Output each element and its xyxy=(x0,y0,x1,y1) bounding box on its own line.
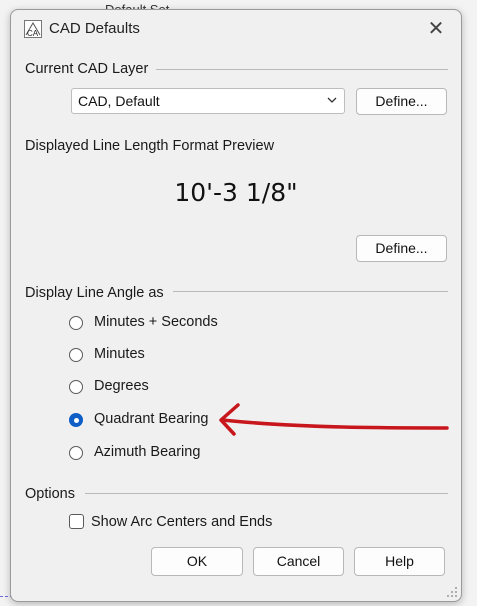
dialog-title: CAD Defaults xyxy=(49,20,140,37)
show-arc-centers-label: Show Arc Centers and Ends xyxy=(91,514,273,530)
angle-heading: Display Line Angle as xyxy=(25,285,164,301)
radio-button[interactable] xyxy=(69,316,83,330)
layer-select-value: CAD, Default xyxy=(78,93,160,109)
cancel-button[interactable]: Cancel xyxy=(253,547,344,576)
resize-grip-icon[interactable] xyxy=(446,586,458,598)
cad-defaults-dialog: CA CAD Defaults ✕ Current CAD Layer CAD,… xyxy=(10,9,462,602)
divider xyxy=(85,493,448,494)
radio-label: Azimuth Bearing xyxy=(94,444,201,460)
chief-architect-app-icon: CA xyxy=(24,20,42,38)
svg-text:CA: CA xyxy=(27,29,39,38)
radio-button[interactable] xyxy=(69,380,83,394)
radio-label: Quadrant Bearing xyxy=(94,411,209,427)
radio-button-selected[interactable] xyxy=(69,413,83,427)
line-length-heading: Displayed Line Length Format Preview xyxy=(25,138,275,154)
radio-button[interactable] xyxy=(69,348,83,362)
options-heading: Options xyxy=(25,486,75,502)
define-layer-button[interactable]: Define... xyxy=(356,88,447,115)
radio-label: Minutes + Seconds xyxy=(94,314,218,330)
layer-select[interactable]: CAD, Default xyxy=(71,88,345,114)
line-length-preview: 10'-3 1/8" xyxy=(174,178,298,207)
current-layer-heading: Current CAD Layer xyxy=(25,61,149,77)
show-arc-centers-checkbox[interactable] xyxy=(69,514,84,529)
radio-label: Degrees xyxy=(94,378,149,394)
ok-button[interactable]: OK xyxy=(151,547,243,576)
radio-label: Minutes xyxy=(94,346,145,362)
divider xyxy=(156,69,448,70)
title-bar[interactable]: CA CAD Defaults ✕ xyxy=(11,10,461,46)
define-format-button[interactable]: Define... xyxy=(356,235,447,262)
divider xyxy=(173,291,448,292)
help-button[interactable]: Help xyxy=(354,547,445,576)
radio-button[interactable] xyxy=(69,446,83,460)
chevron-down-icon xyxy=(327,97,337,103)
close-icon[interactable]: ✕ xyxy=(423,16,449,42)
